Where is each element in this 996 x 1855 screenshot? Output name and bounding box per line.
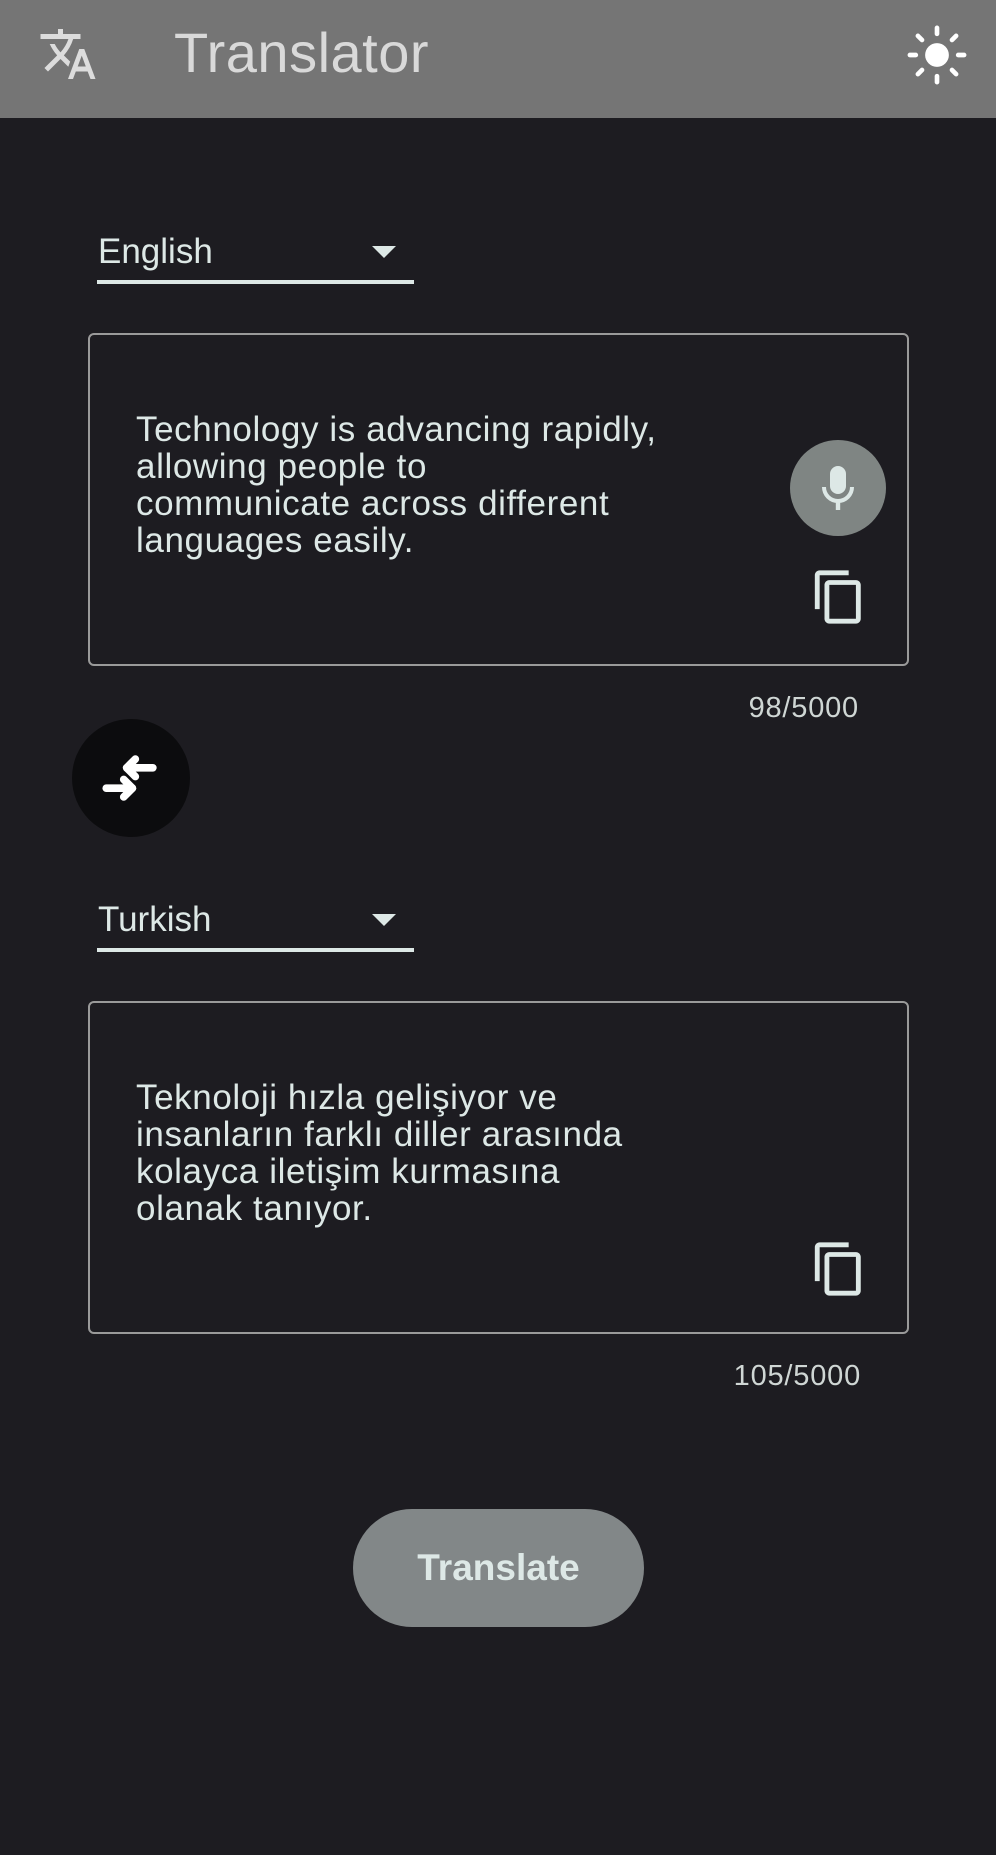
source-copy-icon[interactable] xyxy=(810,568,868,626)
swap-arrows-icon xyxy=(102,755,157,801)
source-language-select[interactable]: English xyxy=(97,222,414,284)
target-char-count: 105/5000 xyxy=(733,1360,861,1392)
chevron-down-icon xyxy=(372,246,396,258)
mic-icon xyxy=(822,466,854,510)
target-copy-icon[interactable] xyxy=(810,1240,868,1298)
app-bar: Translator xyxy=(0,0,996,118)
target-language-label: Turkish xyxy=(98,900,212,939)
brightness-icon[interactable] xyxy=(906,24,968,86)
app-title: Translator xyxy=(174,21,430,84)
mic-button[interactable] xyxy=(790,440,886,536)
target-text: Teknoloji hızla gelişiyor ve insanların … xyxy=(136,1078,623,1228)
translate-icon xyxy=(38,24,98,84)
target-text-field[interactable]: Teknoloji hızla gelişiyor ve insanların … xyxy=(88,1001,909,1334)
source-text-field[interactable]: Technology is advancing rapidly, allowin… xyxy=(88,333,909,666)
source-text: Technology is advancing rapidly, allowin… xyxy=(136,410,657,560)
swap-languages-button[interactable] xyxy=(72,719,190,837)
translate-button[interactable]: Translate xyxy=(353,1509,644,1627)
translate-button-label: Translate xyxy=(417,1547,580,1588)
source-language-label: English xyxy=(98,232,213,271)
target-language-select[interactable]: Turkish xyxy=(97,890,414,952)
chevron-down-icon xyxy=(372,914,396,926)
source-char-count: 98/5000 xyxy=(748,692,859,724)
